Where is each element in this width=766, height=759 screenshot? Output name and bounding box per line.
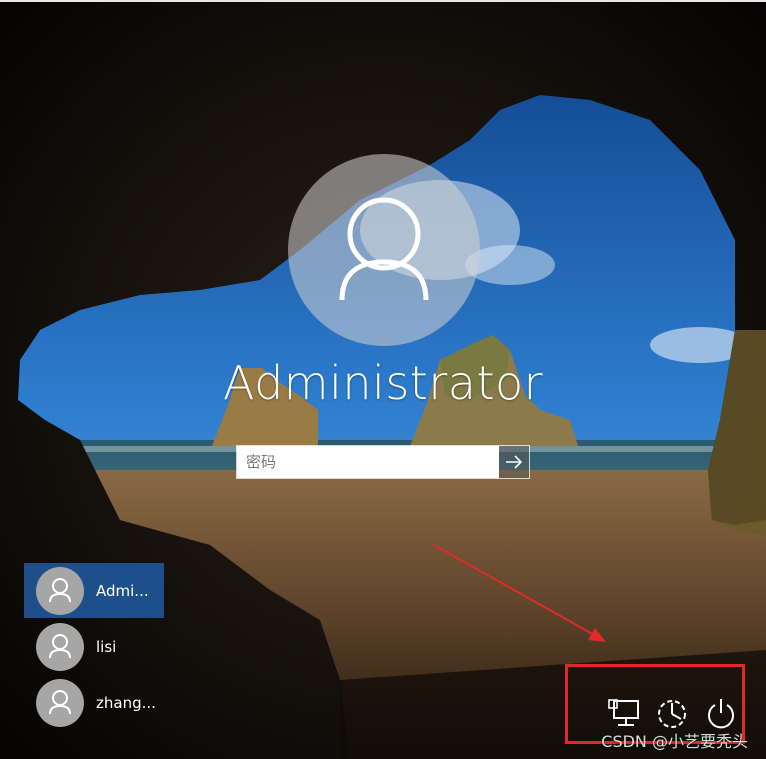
- window-top-border: [0, 0, 766, 2]
- user-avatar: [288, 154, 480, 346]
- user-switcher: Admi... lisi zhang...: [24, 563, 204, 731]
- user-item-label: zhang...: [96, 693, 156, 712]
- user-icon: [49, 633, 71, 658]
- watermark: CSDN @小艺要秃头: [601, 732, 748, 751]
- network-icon[interactable]: [606, 695, 642, 731]
- user-item-label: lisi: [96, 637, 117, 656]
- accessibility-icon[interactable]: [654, 695, 690, 731]
- arrow-right-icon: [506, 455, 523, 469]
- power-icon[interactable]: [703, 695, 739, 731]
- user-item-administrator[interactable]: Admi...: [24, 563, 164, 618]
- user-item-label: Admi...: [96, 581, 149, 600]
- user-icon: [339, 197, 429, 301]
- user-icon: [49, 577, 71, 602]
- avatar: [36, 566, 84, 615]
- password-box: [236, 445, 530, 479]
- submit-button[interactable]: [499, 446, 529, 478]
- user-item-lisi[interactable]: lisi: [24, 619, 164, 674]
- password-input[interactable]: [237, 446, 499, 478]
- user-item-zhang[interactable]: zhang...: [24, 675, 164, 730]
- avatar: [36, 678, 84, 727]
- user-icon: [49, 689, 71, 714]
- avatar: [36, 622, 84, 671]
- account-name: Administrator: [222, 356, 544, 410]
